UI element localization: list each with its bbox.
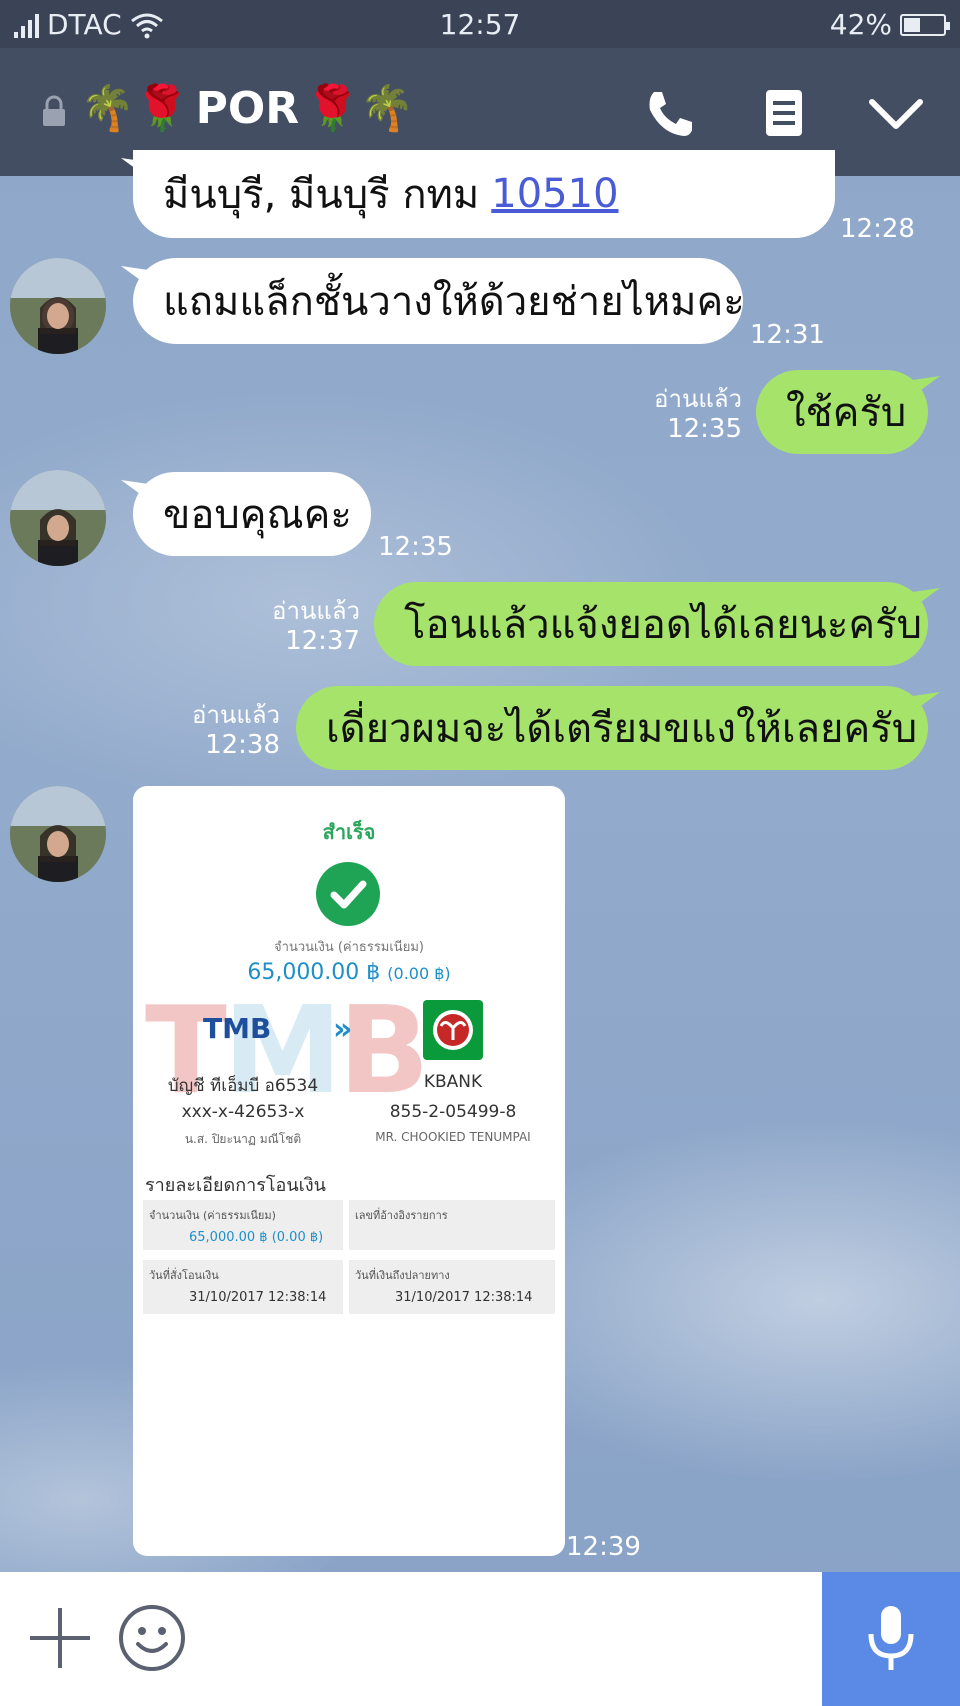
microphone-icon [868,1606,914,1670]
details-title: รายละเอียดการโอนเงิน [145,1175,326,1196]
message-time: 12:38 [205,730,280,760]
chevron-down-icon[interactable] [868,86,924,142]
to-owner: MR. CHOOKIED TENUMPAI [375,1130,531,1144]
message-time: 12:35 [378,532,453,562]
kbank-logo-icon [423,1000,483,1060]
avatar[interactable] [10,258,106,354]
message-text: โอนแล้วแจ้งยอดได้เลยนะครับ [404,602,922,648]
message-text: ขอบคุณคะ [163,492,352,538]
lock-icon [43,95,65,126]
message-bubble-incoming[interactable]: มีนบุรี, มีนบุรี กทม 10510 [133,150,835,238]
detail-cell: วันที่เงินถึงปลายทาง 31/10/2017 12:38:14 [349,1260,555,1314]
clock: 12:57 [439,8,521,41]
emoji-left: 🌴🌹 [80,83,190,134]
message-time: 12:37 [285,626,360,656]
emoji-right: 🌹🌴 [305,83,415,134]
from-bank-logo: TMB [203,1012,272,1045]
detail-cell: วันที่สั่งโอนเงิน 31/10/2017 12:38:14 [143,1260,343,1314]
message-bubble-incoming[interactable]: ขอบคุณคะ [133,472,371,556]
message-text: มีนบุรี, มีนบุรี กทม [163,172,480,218]
battery-icon [900,13,950,36]
avatar[interactable] [10,470,106,566]
detail-cell: เลขที่อ้างอิงรายการ [349,1200,555,1250]
notes-icon[interactable] [756,86,812,142]
message-text: เดี่ยวผมจะได้เตรียมขแงให้เลยครับ [326,706,918,752]
emoji-icon[interactable] [118,1604,186,1672]
plus-icon[interactable] [28,1606,92,1670]
slip-amount-label: จำนวนเงิน (ค่าธรรมเนียม) [274,940,424,955]
message-time: 12:31 [750,320,825,350]
slip-status: สำเร็จ [322,820,376,844]
message-time: 12:35 [667,414,742,444]
read-receipt: อ่านแล้ว [654,385,742,413]
from-account-no: xxx-x-42653-x [181,1102,305,1122]
message-time: 12:39 [566,1532,641,1562]
message-bubble-outgoing[interactable]: เดี่ยวผมจะได้เตรียมขแงให้เลยครับ [296,686,928,770]
read-receipt: อ่านแล้ว [192,701,280,729]
message-bubble-incoming[interactable]: แถมแล็กชั้นวางให้ด้วยช่ายไหมคะ [133,258,745,344]
from-owner: น.ส. ปิยะนาฏ มณีโชติ [184,1132,302,1146]
transfer-arrow-icon: » [333,1012,353,1047]
battery-percent: 42% [829,8,892,41]
message-text: แถมแล็กชั้นวางให้ด้วยช่ายไหมคะ [163,279,745,325]
message-bubble-outgoing[interactable]: โอนแล้วแจ้งยอดได้เลยนะครับ [374,582,928,666]
message-meta: อ่านแล้ว 12:35 [654,384,742,444]
input-bar [0,1572,960,1706]
from-account-name: บัญชี ทีเอ็มบี อ6534 [167,1076,319,1096]
contact-name: POR [195,82,300,134]
success-check-icon [316,862,380,926]
message-meta: อ่านแล้ว 12:38 [192,700,280,760]
microphone-button[interactable] [822,1572,960,1706]
message-bubble-outgoing[interactable]: ใช้ครับ [756,370,928,454]
status-bar: DTAC 12:57 42% [0,0,960,48]
to-account-no: 855-2-05499-8 [389,1102,517,1122]
avatar[interactable] [10,786,106,882]
message-meta: อ่านแล้ว 12:37 [272,596,360,656]
detail-cell: จำนวนเงิน (ค่าธรรมเนียม) 65,000.00 ฿ (0.… [143,1200,343,1250]
chat-title[interactable]: 🌴🌹 POR 🌹🌴 [80,82,415,135]
postcode-link[interactable]: 10510 [491,171,618,217]
phone-icon[interactable] [642,86,698,142]
message-time: 12:28 [840,214,915,244]
read-receipt: อ่านแล้ว [272,597,360,625]
message-text: ใช้ครับ [786,390,907,436]
transfer-slip-image[interactable]: สำเร็จ จำนวนเงิน (ค่าธรรมเนียม) 65,000.0… [133,786,565,1556]
to-bank-name: KBANK [423,1072,483,1092]
